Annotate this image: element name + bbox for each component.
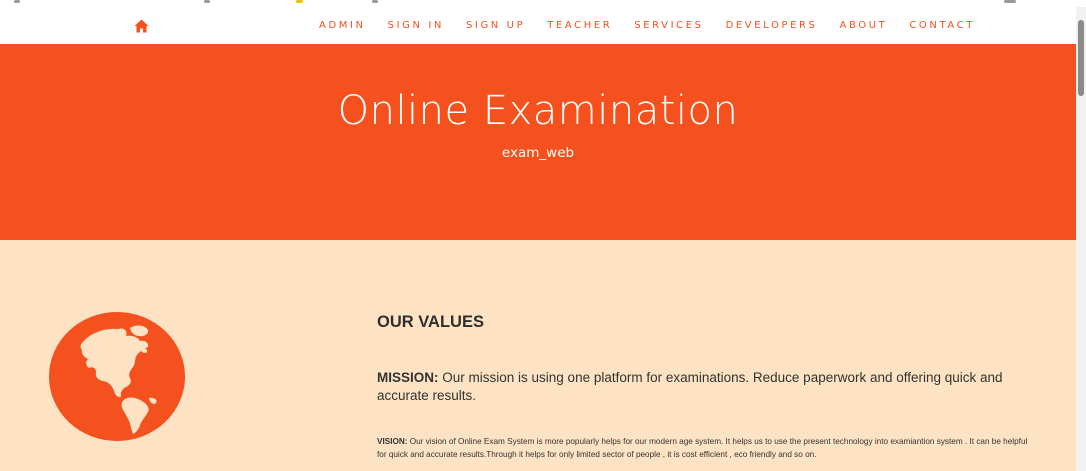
nav-link-admin[interactable]: ADMIN [308, 20, 377, 31]
toolbar-icon[interactable] [204, 0, 210, 3]
toolbar-icon[interactable] [296, 0, 303, 3]
mission-label: MISSION: [377, 370, 439, 385]
browser-toolbar-edge [0, 0, 1086, 7]
toolbar-icon[interactable] [14, 0, 20, 3]
vision-text: Our vision of Online Exam System is more… [377, 437, 1028, 459]
nav-link-developers[interactable]: DEVELOPERS [715, 20, 829, 31]
hero-subtitle: exam_web [501, 145, 575, 161]
nav-link-about[interactable]: ABOUT [829, 20, 899, 31]
scrollbar[interactable] [1076, 7, 1086, 471]
mission-text: Our mission is using one platform for ex… [377, 370, 1003, 403]
scrollbar-thumb[interactable] [1078, 20, 1084, 96]
toolbar-icon[interactable] [372, 0, 378, 3]
mission-paragraph: MISSION: Our mission is using one platfo… [377, 369, 1017, 404]
home-icon[interactable] [134, 19, 149, 33]
navbar: ADMIN SIGN IN SIGN UP TEACHER SERVICES D… [0, 7, 1076, 45]
vision-label: VISION: [377, 437, 408, 446]
nav-link-services[interactable]: SERVICES [623, 20, 714, 31]
values-heading: OUR VALUES [377, 313, 484, 331]
toolbar-icon[interactable] [1004, 0, 1016, 3]
nav-link-sign-in[interactable]: SIGN IN [377, 20, 455, 31]
hero-banner: Online Examination exam_web [0, 44, 1076, 240]
page: ADMIN SIGN IN SIGN UP TEACHER SERVICES D… [0, 0, 1086, 471]
nav-link-sign-up[interactable]: SIGN UP [455, 20, 536, 31]
globe-icon [48, 311, 186, 442]
nav-link-contact[interactable]: CONTACT [898, 20, 986, 31]
hero-title: Online Examination [337, 88, 739, 134]
values-section: OUR VALUES MISSION: Our mission is using… [0, 240, 1076, 471]
nav-link-teacher[interactable]: TEACHER [536, 20, 623, 31]
vision-paragraph: VISION: Our vision of Online Exam System… [377, 436, 1037, 461]
nav-links: ADMIN SIGN IN SIGN UP TEACHER SERVICES D… [308, 7, 986, 44]
